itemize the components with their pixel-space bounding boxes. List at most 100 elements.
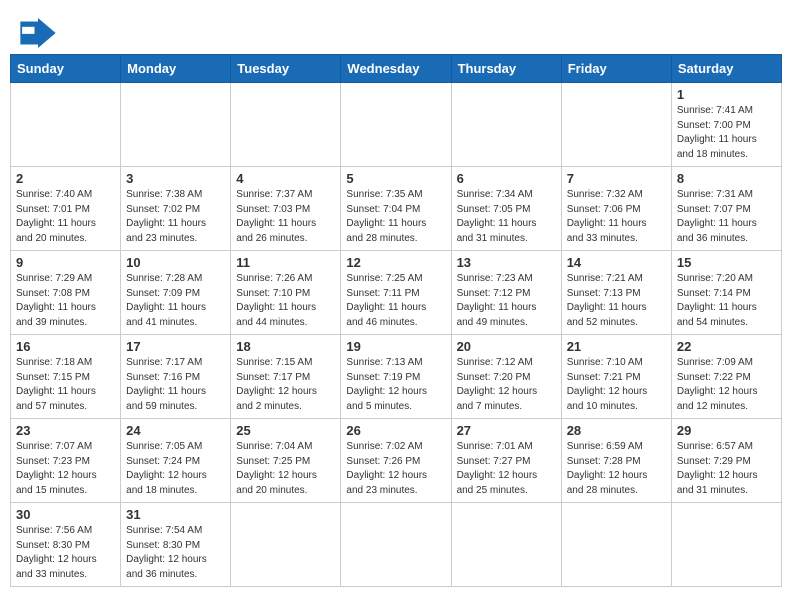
- day-number: 5: [346, 171, 445, 186]
- calendar-cell: 12Sunrise: 7:25 AM Sunset: 7:11 PM Dayli…: [341, 251, 451, 335]
- day-info: Sunrise: 7:32 AM Sunset: 7:06 PM Dayligh…: [567, 188, 666, 246]
- calendar-cell: [11, 83, 121, 167]
- weekday-header-sunday: Sunday: [11, 55, 121, 83]
- calendar-cell: 22Sunrise: 7:09 AM Sunset: 7:22 PM Dayli…: [671, 335, 781, 419]
- calendar-cell: 4Sunrise: 7:37 AM Sunset: 7:03 PM Daylig…: [231, 167, 341, 251]
- day-number: 3: [126, 171, 225, 186]
- calendar-cell: 11 Sunrise: 7:26 AM Sunset: 7:10 PM Dayli…: [231, 251, 341, 335]
- day-info: Sunrise: 7:07 AM Sunset: 7:23 PM Dayligh…: [16, 440, 115, 498]
- calendar-cell: 23 Sunrise: 7:07 AM Sunset: 7:23 PM Dayli…: [11, 419, 121, 503]
- day-number: 9: [16, 255, 115, 270]
- day-info: Sunrise: 7:26 AM Sunset: 7:10 PM Dayligh…: [236, 272, 335, 330]
- weekday-header-row: SundayMondayTuesdayWednesdayThursdayFrid…: [11, 55, 782, 83]
- day-number: 16: [16, 339, 115, 354]
- calendar-week-row-3: 9 Sunrise: 7:29 AM Sunset: 7:08 PM Daylig…: [11, 251, 782, 335]
- day-number: 2: [16, 171, 115, 186]
- day-info: Sunrise: 7:18 AM Sunset: 7:15 PM Dayligh…: [16, 356, 115, 414]
- calendar-week-row-5: 23 Sunrise: 7:07 AM Sunset: 7:23 PM Dayli…: [11, 419, 782, 503]
- logo: [20, 18, 60, 48]
- day-number: 11: [236, 255, 335, 270]
- calendar-cell: [561, 83, 671, 167]
- day-number: 1: [677, 87, 776, 102]
- day-info: Sunrise: 7:56 AM Sunset: 8:30 PM Dayligh…: [16, 524, 115, 582]
- day-number: 7: [567, 171, 666, 186]
- day-info: Sunrise: 7:17 AM Sunset: 7:16 PM Dayligh…: [126, 356, 225, 414]
- calendar-cell: 29 Sunrise: 6:57 AM Sunset: 7:29 PM Dayli…: [671, 419, 781, 503]
- day-info: Sunrise: 7:34 AM Sunset: 7:05 PM Dayligh…: [457, 188, 556, 246]
- day-info: Sunrise: 7:20 AM Sunset: 7:14 PM Dayligh…: [677, 272, 776, 330]
- calendar-week-row-2: 2 Sunrise: 7:40 AM Sunset: 7:01 PM Daylig…: [11, 167, 782, 251]
- day-info: Sunrise: 7:23 AM Sunset: 7:12 PM Dayligh…: [457, 272, 556, 330]
- day-number: 25: [236, 423, 335, 438]
- day-info: Sunrise: 7:09 AM Sunset: 7:22 PM Dayligh…: [677, 356, 776, 414]
- day-number: 14: [567, 255, 666, 270]
- day-number: 4: [236, 171, 335, 186]
- calendar-cell: 26Sunrise: 7:02 AM Sunset: 7:26 PM Dayli…: [341, 419, 451, 503]
- day-number: 21: [567, 339, 666, 354]
- calendar-table: SundayMondayTuesdayWednesdayThursdayFrid…: [10, 54, 782, 587]
- weekday-header-saturday: Saturday: [671, 55, 781, 83]
- calendar-cell: [121, 83, 231, 167]
- weekday-header-wednesday: Wednesday: [341, 55, 451, 83]
- calendar-cell: 17 Sunrise: 7:17 AM Sunset: 7:16 PM Dayli…: [121, 335, 231, 419]
- day-info: Sunrise: 7:04 AM Sunset: 7:25 PM Dayligh…: [236, 440, 335, 498]
- calendar-cell: 25 Sunrise: 7:04 AM Sunset: 7:25 PM Dayli…: [231, 419, 341, 503]
- day-number: 18: [236, 339, 335, 354]
- day-number: 31: [126, 507, 225, 522]
- calendar-cell: [671, 503, 781, 587]
- day-number: 27: [457, 423, 556, 438]
- day-info: Sunrise: 6:59 AM Sunset: 7:28 PM Dayligh…: [567, 440, 666, 498]
- day-info: Sunrise: 7:40 AM Sunset: 7:01 PM Dayligh…: [16, 188, 115, 246]
- calendar-cell: [451, 83, 561, 167]
- day-info: Sunrise: 7:25 AM Sunset: 7:11 PM Dayligh…: [346, 272, 445, 330]
- day-number: 6: [457, 171, 556, 186]
- calendar-cell: 30Sunrise: 7:56 AM Sunset: 8:30 PM Dayli…: [11, 503, 121, 587]
- page-header: [10, 10, 782, 54]
- calendar-cell: 20 Sunrise: 7:12 AM Sunset: 7:20 PM Dayli…: [451, 335, 561, 419]
- calendar-cell: 7 Sunrise: 7:32 AM Sunset: 7:06 PM Daylig…: [561, 167, 671, 251]
- day-info: Sunrise: 7:13 AM Sunset: 7:19 PM Dayligh…: [346, 356, 445, 414]
- calendar-cell: 28 Sunrise: 6:59 AM Sunset: 7:28 PM Dayli…: [561, 419, 671, 503]
- day-number: 17: [126, 339, 225, 354]
- day-info: Sunrise: 7:05 AM Sunset: 7:24 PM Dayligh…: [126, 440, 225, 498]
- calendar-cell: [451, 503, 561, 587]
- day-info: Sunrise: 7:12 AM Sunset: 7:20 PM Dayligh…: [457, 356, 556, 414]
- logo-icon: [20, 18, 56, 48]
- day-info: Sunrise: 7:29 AM Sunset: 7:08 PM Dayligh…: [16, 272, 115, 330]
- calendar-cell: [561, 503, 671, 587]
- day-number: 10: [126, 255, 225, 270]
- day-number: 20: [457, 339, 556, 354]
- calendar-cell: 19 Sunrise: 7:13 AM Sunset: 7:19 PM Dayli…: [341, 335, 451, 419]
- calendar-cell: 13 Sunrise: 7:23 AM Sunset: 7:12 PM Dayli…: [451, 251, 561, 335]
- weekday-header-tuesday: Tuesday: [231, 55, 341, 83]
- day-number: 19: [346, 339, 445, 354]
- weekday-header-monday: Monday: [121, 55, 231, 83]
- day-number: 15: [677, 255, 776, 270]
- calendar-cell: 15 Sunrise: 7:20 AM Sunset: 7:14 PM Dayli…: [671, 251, 781, 335]
- day-number: 28: [567, 423, 666, 438]
- calendar-cell: 31 Sunrise: 7:54 AM Sunset: 8:30 PM Dayli…: [121, 503, 231, 587]
- calendar-cell: 1Sunrise: 7:41 AM Sunset: 7:00 PM Daylig…: [671, 83, 781, 167]
- calendar-week-row-1: 1Sunrise: 7:41 AM Sunset: 7:00 PM Daylig…: [11, 83, 782, 167]
- calendar-cell: 10Sunrise: 7:28 AM Sunset: 7:09 PM Dayli…: [121, 251, 231, 335]
- day-info: Sunrise: 7:21 AM Sunset: 7:13 PM Dayligh…: [567, 272, 666, 330]
- weekday-header-friday: Friday: [561, 55, 671, 83]
- calendar-cell: [341, 503, 451, 587]
- day-number: 23: [16, 423, 115, 438]
- day-number: 13: [457, 255, 556, 270]
- calendar-cell: 3 Sunrise: 7:38 AM Sunset: 7:02 PM Daylig…: [121, 167, 231, 251]
- day-number: 29: [677, 423, 776, 438]
- calendar-cell: 21 Sunrise: 7:10 AM Sunset: 7:21 PM Dayli…: [561, 335, 671, 419]
- day-info: Sunrise: 7:35 AM Sunset: 7:04 PM Dayligh…: [346, 188, 445, 246]
- day-info: Sunrise: 6:57 AM Sunset: 7:29 PM Dayligh…: [677, 440, 776, 498]
- day-info: Sunrise: 7:01 AM Sunset: 7:27 PM Dayligh…: [457, 440, 556, 498]
- calendar-week-row-4: 16 Sunrise: 7:18 AM Sunset: 7:15 PM Dayli…: [11, 335, 782, 419]
- day-info: Sunrise: 7:02 AM Sunset: 7:26 PM Dayligh…: [346, 440, 445, 498]
- calendar-cell: 6 Sunrise: 7:34 AM Sunset: 7:05 PM Daylig…: [451, 167, 561, 251]
- day-info: Sunrise: 7:15 AM Sunset: 7:17 PM Dayligh…: [236, 356, 335, 414]
- day-info: Sunrise: 7:54 AM Sunset: 8:30 PM Dayligh…: [126, 524, 225, 582]
- day-info: Sunrise: 7:10 AM Sunset: 7:21 PM Dayligh…: [567, 356, 666, 414]
- day-info: Sunrise: 7:38 AM Sunset: 7:02 PM Dayligh…: [126, 188, 225, 246]
- calendar-cell: 5 Sunrise: 7:35 AM Sunset: 7:04 PM Daylig…: [341, 167, 451, 251]
- calendar-cell: [231, 83, 341, 167]
